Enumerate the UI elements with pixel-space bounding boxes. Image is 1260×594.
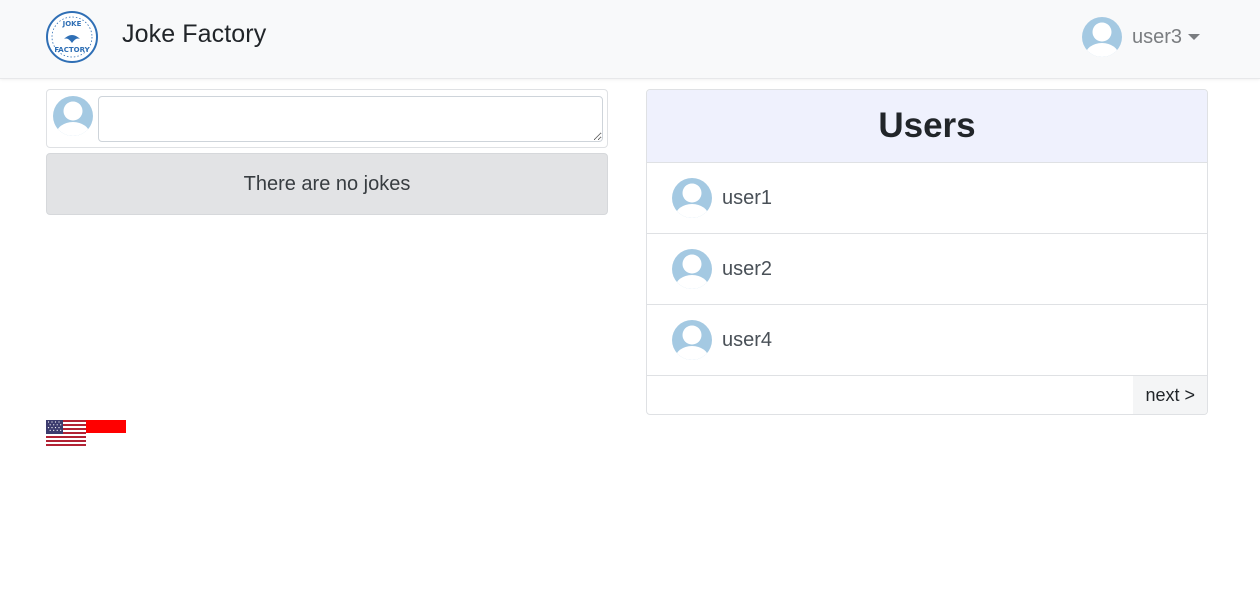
user-list-item[interactable]: user1: [647, 163, 1207, 234]
users-panel-header: Users: [647, 90, 1207, 163]
joke-composer: [46, 89, 608, 148]
no-jokes-alert: There are no jokes: [46, 153, 608, 215]
logo-text-bottom: FACTORY: [54, 46, 90, 54]
user-list-item[interactable]: user4: [647, 305, 1207, 376]
logo-text-top: JOKE: [62, 20, 82, 28]
user-list-username: user4: [722, 328, 773, 351]
joke-input[interactable]: [98, 96, 603, 142]
us-flag-icon[interactable]: [46, 420, 86, 446]
users-panel: Users user1 user2 user4 next >: [646, 89, 1208, 415]
users-panel-title: Users: [878, 106, 976, 145]
avatar: [672, 249, 712, 289]
user-list-username: user2: [722, 257, 773, 280]
avatar: [672, 178, 712, 218]
caret-down-icon: [1188, 34, 1201, 40]
user-list-item[interactable]: user2: [647, 234, 1207, 305]
brand-name[interactable]: Joke Factory: [122, 20, 266, 49]
joke-factory-logo[interactable]: JOKE FACTORY: [46, 11, 98, 63]
indonesia-flag-icon[interactable]: [86, 420, 126, 446]
avatar: [53, 96, 93, 136]
user-dropdown-toggle[interactable]: user3: [1082, 17, 1201, 57]
users-panel-footer: next >: [647, 376, 1207, 414]
user-list-username: user1: [722, 186, 773, 209]
avatar: [672, 320, 712, 360]
current-username: user3: [1132, 25, 1183, 48]
avatar: [1082, 17, 1122, 57]
next-page-button[interactable]: next >: [1133, 376, 1207, 414]
no-jokes-message: There are no jokes: [243, 172, 411, 195]
navbar: JOKE FACTORY Joke Factory user3: [0, 0, 1260, 79]
